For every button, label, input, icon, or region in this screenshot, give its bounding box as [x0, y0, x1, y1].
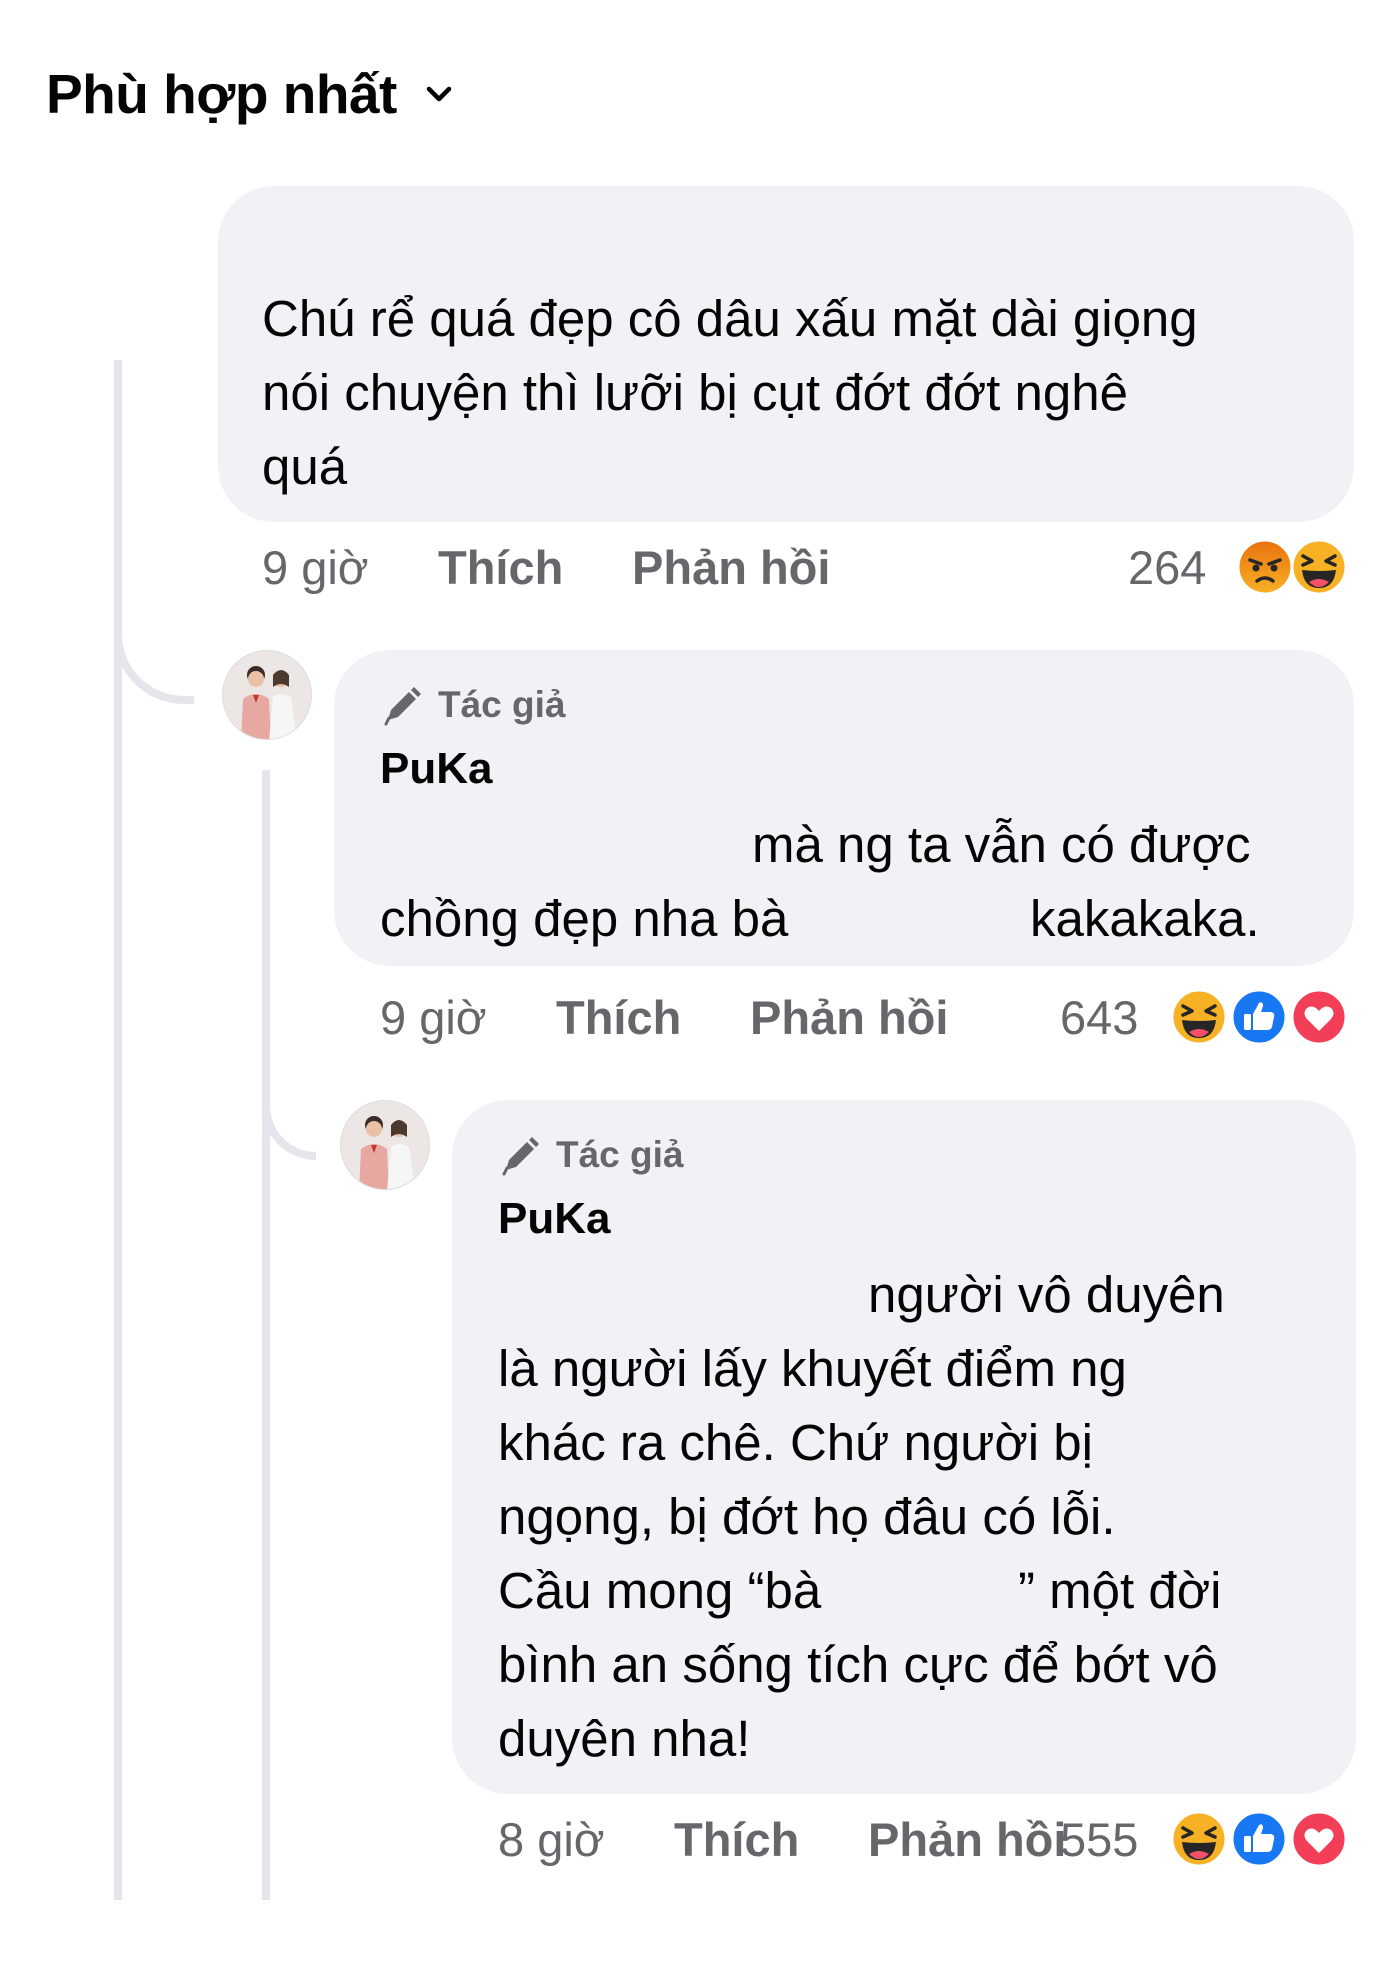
comment-text-line: nói chuyện thì lưỡi bị cụt đớt đớt nghê [262, 364, 1128, 421]
avatar-image [223, 651, 311, 739]
avatar[interactable] [222, 650, 312, 740]
comment-text-line: bình an sống tích cực để bớt vô [498, 1636, 1218, 1693]
sort-dropdown[interactable]: Phù hợp nhất [46, 62, 459, 126]
reply-button[interactable]: Phản hồi [868, 1812, 1066, 1867]
comment-text-line: Chú rể quá đẹp cô dâu xấu mặt dài giọng [262, 290, 1198, 347]
like-button[interactable]: Thích [674, 1812, 799, 1867]
reaction-count[interactable]: 643 [1060, 990, 1138, 1045]
author-name[interactable]: PuKa [498, 1194, 610, 1244]
comment-time[interactable]: 9 giờ [262, 540, 369, 595]
avatar[interactable] [340, 1100, 430, 1190]
sort-label: Phù hợp nhất [46, 63, 397, 125]
comment-text-line: người vô duyên [868, 1266, 1225, 1323]
chevron-down-icon [426, 86, 452, 102]
haha-reaction-icon[interactable] [1170, 988, 1228, 1046]
author-badge-label: Tác giả [556, 1134, 684, 1175]
author-badge: Tác giả [498, 1132, 684, 1178]
author-name[interactable]: PuKa [380, 744, 492, 794]
comment-text-line: quá [262, 438, 348, 495]
reply-button[interactable]: Phản hồi [750, 990, 948, 1045]
haha-reaction-icon[interactable] [1290, 538, 1348, 596]
like-button[interactable]: Thích [556, 990, 681, 1045]
comment-time[interactable]: 8 giờ [498, 1812, 605, 1867]
comment-text-line: duyên nha! [498, 1710, 751, 1767]
comment-text-line: mà ng ta vẫn có được [752, 816, 1251, 873]
author-badge: Tác giả [380, 682, 566, 728]
thread-line-main [114, 360, 122, 1900]
reaction-count[interactable]: 264 [1128, 540, 1206, 595]
comment-text-line: kakakaka. [1030, 890, 1260, 947]
comment-text-line: khác ra chê. Chứ người bị [498, 1414, 1093, 1471]
comment-time[interactable]: 9 giờ [380, 990, 487, 1045]
thread-connector-reply-2 [262, 1080, 316, 1160]
pen-icon [384, 687, 421, 726]
love-reaction-icon[interactable] [1290, 1810, 1348, 1868]
reaction-count[interactable]: 555 [1060, 1812, 1138, 1867]
comment-text-line: ngọng, bị đớt họ đâu có lỗi. [498, 1488, 1116, 1545]
comment-text-line: Cầu mong “bà [498, 1562, 822, 1619]
haha-reaction-icon[interactable] [1170, 1810, 1228, 1868]
like-button[interactable]: Thích [438, 540, 563, 595]
comment-text-line: chồng đẹp nha bà [380, 890, 789, 947]
thread-connector-reply-1 [114, 600, 194, 704]
like-reaction-icon[interactable] [1230, 988, 1288, 1046]
comment-text-line: là người lấy khuyết điểm ng [498, 1340, 1127, 1397]
avatar-image [341, 1101, 429, 1189]
author-badge-label: Tác giả [438, 684, 566, 725]
thread-line-reply [262, 770, 270, 1900]
comment-text-line: ” một đời [1018, 1562, 1222, 1619]
love-reaction-icon[interactable] [1290, 988, 1348, 1046]
angry-reaction-icon[interactable] [1236, 538, 1294, 596]
pen-icon [502, 1137, 539, 1176]
like-reaction-icon[interactable] [1230, 1810, 1288, 1868]
reply-button[interactable]: Phản hồi [632, 540, 830, 595]
